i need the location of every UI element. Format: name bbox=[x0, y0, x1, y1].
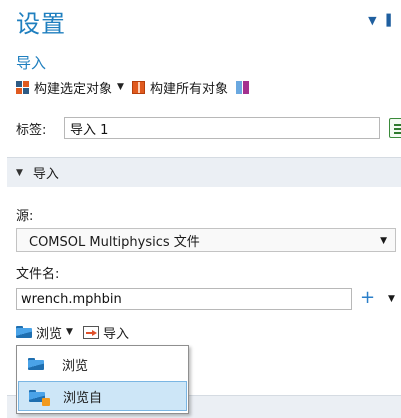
import-icon bbox=[82, 325, 99, 339]
filename-input[interactable] bbox=[16, 288, 352, 310]
node-subtitle: 导入 bbox=[16, 54, 47, 72]
menu-item-label: 浏览 bbox=[62, 358, 89, 374]
build-all-button[interactable]: 构建所有对象 bbox=[131, 78, 228, 97]
menu-item-label: 浏览自 bbox=[63, 390, 103, 406]
build-selected-icon bbox=[16, 80, 29, 94]
label-row: 标签: bbox=[16, 117, 401, 139]
source-select[interactable]: COMSOL Multiphysics 文件 ▼ bbox=[16, 228, 396, 252]
build-toolbar: 构建选定对象 ▼ 构建所有对象 bbox=[16, 77, 257, 97]
build-all-label: 构建所有对象 bbox=[149, 81, 228, 97]
pin-icon[interactable]: ▌ bbox=[387, 14, 395, 27]
folder-badge-icon bbox=[42, 398, 50, 406]
source-selected-value: COMSOL Multiphysics 文件 bbox=[29, 234, 200, 250]
chevron-down-icon[interactable]: ▼ bbox=[66, 327, 73, 337]
chevron-down-icon[interactable]: ▼ bbox=[388, 294, 395, 304]
graphics-icon bbox=[235, 80, 249, 94]
build-selected-button[interactable]: 构建选定对象 ▼ bbox=[16, 78, 124, 97]
window-controls[interactable]: ▼ ▌ bbox=[368, 14, 395, 27]
label-field-label: 标签: bbox=[16, 122, 47, 138]
dropdown-arrow-icon[interactable]: ▼ bbox=[368, 14, 376, 27]
source-label: 源: bbox=[16, 209, 34, 224]
folder-icon bbox=[16, 326, 32, 338]
browse-button[interactable]: 浏览 ▼ bbox=[16, 323, 73, 342]
chevron-down-icon[interactable]: ▼ bbox=[117, 82, 124, 92]
browse-dropdown-menu: 浏览 浏览自 bbox=[16, 345, 189, 414]
menu-item-browse-from[interactable]: 浏览自 bbox=[18, 381, 187, 411]
settings-title: 设置 bbox=[16, 10, 66, 38]
note-icon[interactable] bbox=[389, 118, 401, 138]
build-selected-label: 构建选定对象 bbox=[34, 81, 113, 97]
chevron-down-icon[interactable]: ▼ bbox=[380, 236, 387, 246]
add-icon[interactable]: + bbox=[360, 288, 375, 308]
menu-item-browse[interactable]: 浏览 bbox=[18, 349, 187, 379]
section-title: 导入 bbox=[32, 167, 59, 182]
import-section-header[interactable]: ▼ 导入 bbox=[7, 157, 401, 187]
folder-icon bbox=[28, 358, 44, 370]
collapse-icon[interactable]: ▼ bbox=[16, 168, 23, 178]
build-all-icon bbox=[131, 80, 145, 94]
filename-label: 文件名: bbox=[16, 267, 60, 282]
import-button[interactable]: 导入 bbox=[82, 323, 129, 342]
label-input[interactable] bbox=[64, 117, 380, 139]
file-actions-row: 浏览 ▼ 导入 bbox=[16, 322, 129, 342]
graphics-button[interactable] bbox=[235, 80, 249, 94]
browse-label: 浏览 bbox=[36, 326, 63, 342]
import-label: 导入 bbox=[102, 326, 129, 342]
